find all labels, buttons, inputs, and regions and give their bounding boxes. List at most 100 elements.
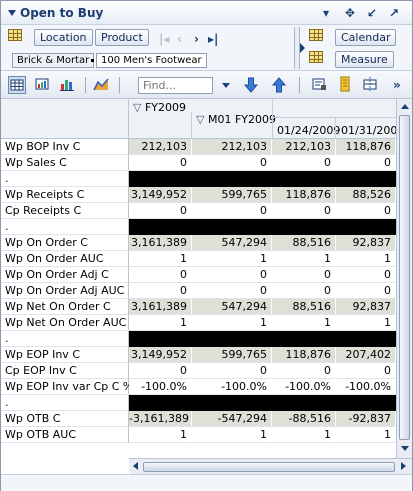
table-cell[interactable]: 0: [336, 203, 396, 219]
row-label[interactable]: .: [1, 219, 129, 235]
table-cell[interactable]: 1: [129, 251, 192, 267]
table-cell[interactable]: 0: [192, 267, 272, 283]
find-input[interactable]: [138, 77, 213, 94]
row-label[interactable]: Wp EOP Inv var Cp C %: [1, 379, 133, 395]
previous-icon[interactable]: ‹: [177, 32, 182, 46]
table-cell[interactable]: 1: [272, 251, 336, 267]
table-cell[interactable]: -88,516: [272, 411, 336, 427]
collapse-toggle-icon[interactable]: [8, 10, 16, 16]
table-cell[interactable]: 0: [192, 203, 272, 219]
location-button[interactable]: Location: [34, 29, 93, 46]
month-header[interactable]: ▽ M01 FY2009: [196, 113, 276, 126]
row-label[interactable]: .: [1, 171, 129, 187]
week-header-2[interactable]: 01/31/2009: [341, 124, 404, 137]
table-cell[interactable]: 0: [336, 155, 396, 171]
area-chart-icon[interactable]: [93, 76, 111, 94]
table-cell[interactable]: 118,876: [336, 139, 396, 155]
table-cell[interactable]: -92,837: [336, 411, 396, 427]
calendar-button[interactable]: Calendar: [335, 29, 397, 46]
table-cell[interactable]: 0: [272, 283, 336, 299]
table-cell[interactable]: 0: [129, 283, 192, 299]
table-cell[interactable]: 3,161,389: [129, 299, 192, 315]
breadcrumb-product[interactable]: 100 Men's Footwear: [96, 53, 207, 68]
find-next-icon[interactable]: [242, 76, 260, 94]
table-cell[interactable]: 1: [272, 315, 336, 331]
table-cell[interactable]: 118,876: [272, 347, 336, 363]
table-cell[interactable]: 3,149,952: [129, 187, 192, 203]
row-label[interactable]: Wp OTB AUC: [1, 427, 129, 443]
row-label[interactable]: Wp BOP Inv C: [1, 139, 129, 155]
table-cell[interactable]: 1: [129, 427, 192, 443]
expand-triangle-icon[interactable]: ▽: [133, 101, 141, 114]
table-cell[interactable]: 92,837: [336, 299, 396, 315]
scroll-left-icon[interactable]: [133, 462, 138, 470]
find-previous-icon[interactable]: [270, 76, 288, 94]
table-cell[interactable]: -547,294: [192, 411, 272, 427]
row-label[interactable]: Wp On Order Adj AUC: [1, 283, 129, 299]
year-header[interactable]: ▽ FY2009: [133, 101, 186, 114]
spread-icon[interactable]: [337, 76, 355, 94]
product-button[interactable]: Product: [95, 29, 149, 46]
scroll-up-icon[interactable]: [401, 104, 409, 109]
table-cell[interactable]: 1: [192, 251, 272, 267]
row-label[interactable]: Wp OTB C: [1, 411, 129, 427]
table-cell[interactable]: -100.0%: [129, 379, 192, 395]
scroll-right-icon[interactable]: [401, 462, 406, 470]
week-header-1[interactable]: 01/24/2009: [277, 124, 340, 137]
table-cell[interactable]: 0: [272, 155, 336, 171]
row-label[interactable]: Wp On Order Adj C: [1, 267, 129, 283]
find-dropdown-icon[interactable]: [222, 83, 230, 88]
table-cell[interactable]: 212,103: [192, 139, 272, 155]
minimize-icon[interactable]: ↙: [364, 5, 380, 21]
table-cell[interactable]: 0: [272, 267, 336, 283]
row-label[interactable]: Wp Net On Order AUC: [1, 315, 129, 331]
table-cell[interactable]: 0: [129, 203, 192, 219]
table-cell[interactable]: 0: [192, 283, 272, 299]
row-label[interactable]: .: [1, 395, 129, 411]
move-icon[interactable]: ✥: [342, 5, 358, 21]
table-cell[interactable]: 212,103: [272, 139, 336, 155]
table-cell[interactable]: 0: [272, 203, 336, 219]
table-cell[interactable]: 0: [192, 363, 272, 379]
table-cell[interactable]: 547,294: [192, 235, 272, 251]
table-cell[interactable]: 118,876: [272, 187, 336, 203]
table-cell[interactable]: 599,765: [192, 187, 272, 203]
scroll-down-icon[interactable]: [401, 446, 409, 451]
table-cell[interactable]: 207,402: [336, 347, 396, 363]
horizontal-scrollbar[interactable]: [129, 458, 412, 474]
table-cell[interactable]: 88,516: [272, 235, 336, 251]
row-label[interactable]: Wp On Order AUC: [1, 251, 129, 267]
table-cell[interactable]: 0: [336, 363, 396, 379]
row-label[interactable]: Wp Sales C: [1, 155, 129, 171]
table-cell[interactable]: -100.0%: [272, 379, 336, 395]
table-cell[interactable]: 3,161,389: [129, 235, 192, 251]
row-label[interactable]: Wp Net On Order C: [1, 299, 129, 315]
measure-button[interactable]: Measure: [335, 51, 394, 68]
table-cell[interactable]: 0: [272, 363, 336, 379]
table-cell[interactable]: 0: [129, 267, 192, 283]
table-cell[interactable]: 0: [336, 267, 396, 283]
next-icon[interactable]: ›: [194, 32, 199, 46]
table-cell[interactable]: 599,765: [192, 347, 272, 363]
table-cell[interactable]: 1: [192, 427, 272, 443]
table-cell[interactable]: 1: [129, 315, 192, 331]
row-label[interactable]: Wp On Order C: [1, 235, 129, 251]
row-label[interactable]: Wp Receipts C: [1, 187, 129, 203]
breadcrumb-location[interactable]: Brick & Mortar: [12, 53, 95, 68]
more-tools-icon[interactable]: »: [393, 76, 411, 94]
table-cell[interactable]: -100.0%: [192, 379, 272, 395]
first-page-icon[interactable]: |◂: [159, 32, 169, 46]
row-label[interactable]: Wp EOP Inv C: [1, 347, 129, 363]
table-cell[interactable]: 0: [192, 155, 272, 171]
last-page-icon[interactable]: ▸|: [208, 32, 218, 46]
table-cell[interactable]: -3,161,389: [129, 411, 192, 427]
table-cell[interactable]: 0: [336, 283, 396, 299]
table-cell[interactable]: 1: [192, 315, 272, 331]
row-label[interactable]: Cp Receipts C: [1, 203, 129, 219]
horizontal-scroll-thumb[interactable]: [143, 462, 395, 472]
table-cell[interactable]: -100.0%: [336, 379, 396, 395]
row-label[interactable]: .: [1, 331, 129, 347]
vertical-scroll-thumb[interactable]: [399, 115, 410, 440]
table-cell[interactable]: 0: [129, 363, 192, 379]
table-cell[interactable]: 88,526: [336, 187, 396, 203]
